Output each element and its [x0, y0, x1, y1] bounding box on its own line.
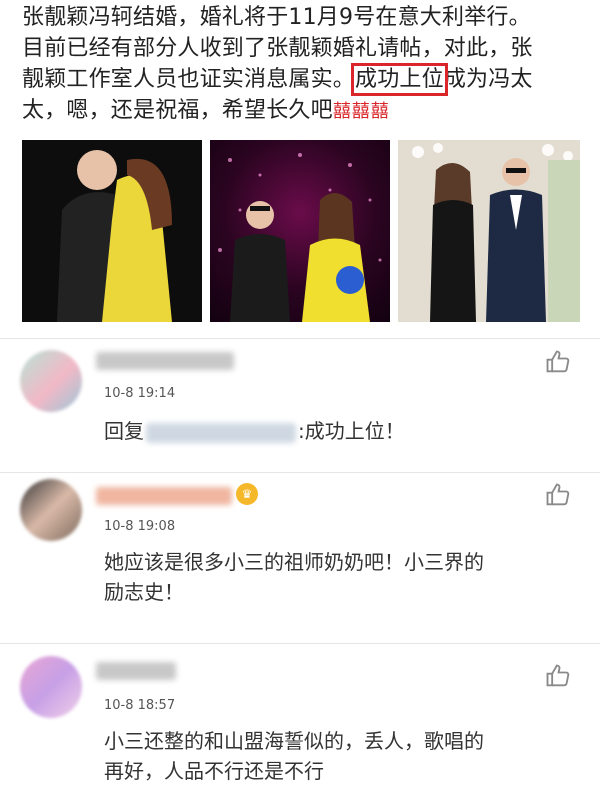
username-blurred[interactable]: [96, 352, 234, 370]
comment-item: ♛ 10-8 19:08 她应该是很多小三的祖师奶奶吧！小三界的 励志史！: [0, 473, 600, 643]
post-line-4: 太，嗯，还是祝福，希望长久吧囍囍囍: [22, 95, 582, 127]
couple-event-photo[interactable]: [398, 140, 580, 322]
thumbs-up-icon[interactable]: [544, 481, 572, 509]
reply-prefix: 回复: [104, 419, 144, 443]
post-text: 张靓颖冯轲结婚，婚礼将于11月9号在意大利举行。 目前已经有部分人收到了张靓颖婚…: [22, 2, 582, 127]
comment-line-1: 她应该是很多小三的祖师奶奶吧！小三界的: [104, 550, 484, 574]
comment-item: 10-8 19:14 回复 :成功上位！: [0, 340, 600, 472]
couple-hug-photo[interactable]: [22, 140, 202, 322]
comment-line-2: 励志史！: [104, 580, 184, 604]
post-line-3: 靓颖工作室人员也证实消息属实。成功上位成为冯太: [22, 63, 582, 96]
thumbs-up-icon[interactable]: [544, 662, 572, 690]
mention-blurred[interactable]: [146, 422, 296, 443]
comment-text: 回复 :成功上位！: [104, 416, 574, 446]
stage-performance-photo[interactable]: [210, 140, 390, 322]
post-line-3-end: 成为冯太: [443, 67, 533, 92]
comment-line-1: 小三还整的和山盟海誓似的，丢人，歌唱的: [104, 729, 484, 753]
vip-badge-icon: ♛: [236, 483, 258, 505]
avatar[interactable]: [20, 479, 82, 541]
comment-text: 小三还整的和山盟海誓似的，丢人，歌唱的 再好，人品不行还是不行: [104, 726, 574, 786]
thumbs-up-icon[interactable]: [544, 348, 572, 376]
comment-timestamp: 10-8 19:08: [104, 519, 176, 534]
post-line-1: 张靓颖冯轲结婚，婚礼将于11月9号在意大利举行。: [22, 5, 531, 30]
divider: [0, 338, 600, 339]
double-happiness-emoji: 囍囍囍: [332, 101, 390, 122]
username-blurred[interactable]: [96, 662, 176, 680]
comment-line-2: 再好，人品不行还是不行: [104, 759, 324, 783]
comment-timestamp: 10-8 18:57: [104, 698, 176, 713]
post-line-4-text: 太，嗯，还是祝福，希望长久吧: [22, 98, 333, 123]
post-line-2: 目前已经有部分人收到了张靓颖婚礼请帖，对此，张: [22, 36, 533, 61]
comment-item: 10-8 18:57 小三还整的和山盟海誓似的，丢人，歌唱的 再好，人品不行还是…: [0, 644, 600, 801]
avatar[interactable]: [20, 656, 82, 718]
comment-body: :成功上位！: [298, 419, 405, 443]
comment-timestamp: 10-8 19:14: [104, 386, 176, 401]
username-blurred[interactable]: [96, 487, 232, 505]
weibo-post: 张靓颖冯轲结婚，婚礼将于11月9号在意大利举行。 目前已经有部分人收到了张靓颖婚…: [0, 0, 600, 340]
comment-text: 她应该是很多小三的祖师奶奶吧！小三界的 励志史！: [104, 547, 574, 607]
highlighted-phrase: 成功上位: [351, 63, 448, 96]
post-line-3-start: 靓颖工作室人员也证实消息属实。: [22, 67, 356, 92]
avatar[interactable]: [20, 350, 82, 412]
